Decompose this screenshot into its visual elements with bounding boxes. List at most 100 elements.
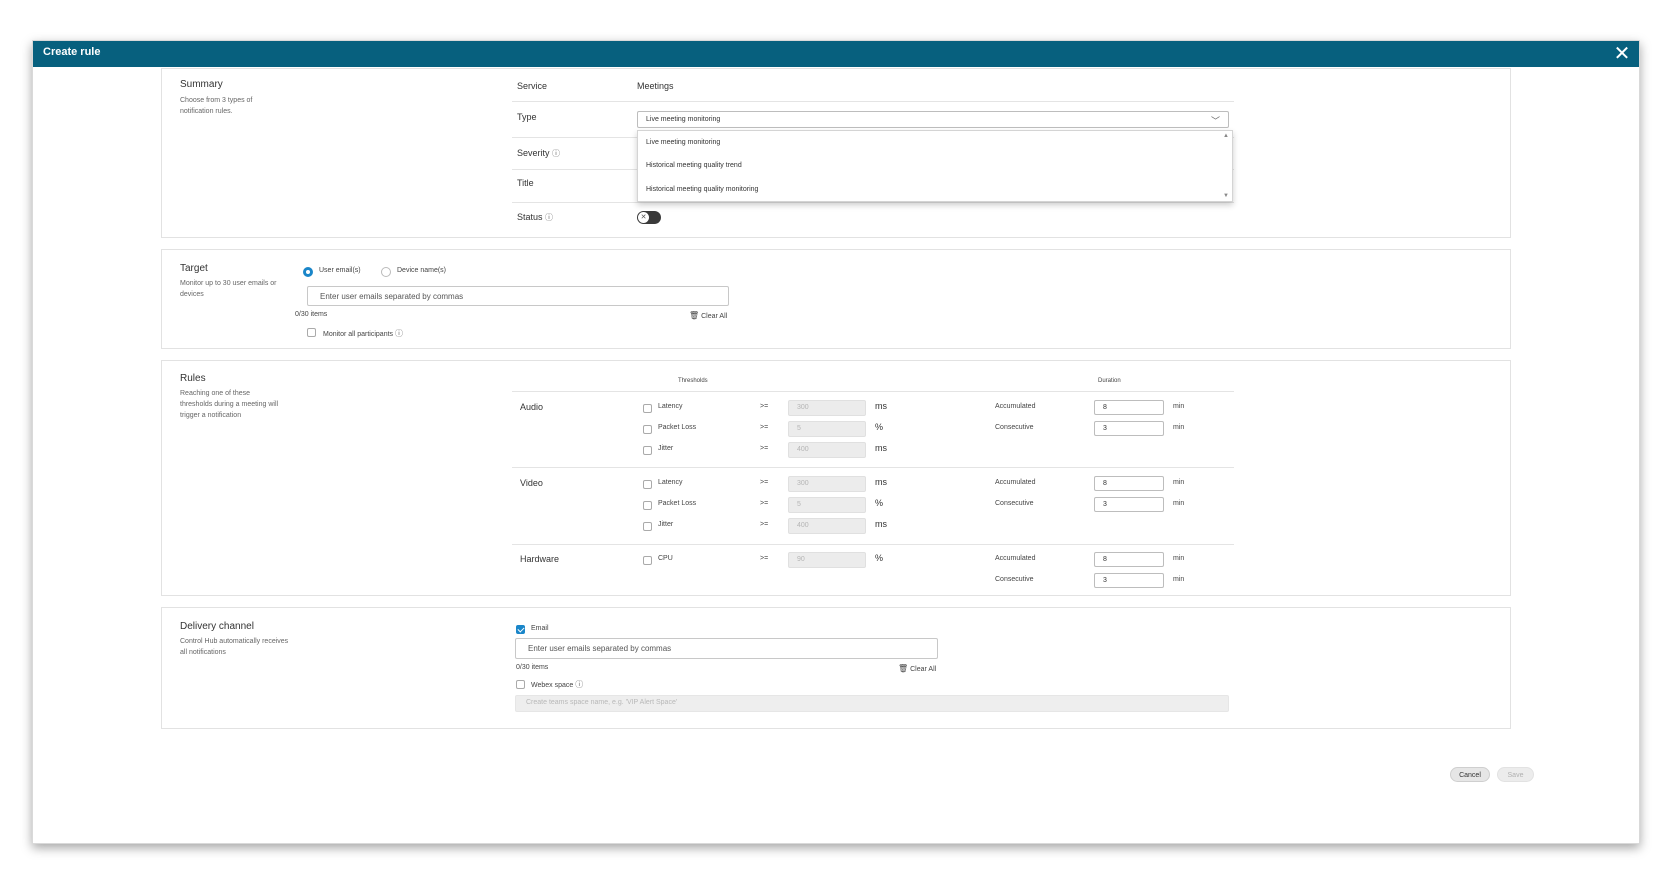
metric-checkbox[interactable] — [643, 446, 652, 455]
title-label: Title — [517, 178, 534, 188]
input-placeholder: Create teams space name, e.g. 'VIP Alert… — [526, 699, 678, 706]
min-unit: min — [1173, 424, 1185, 431]
metric-name: Jitter — [658, 521, 674, 528]
threshold-input[interactable]: 300 — [788, 476, 866, 492]
accumulated-input[interactable]: 8 — [1094, 476, 1164, 491]
delivery-description: Control Hub automatically receives all n… — [180, 638, 289, 656]
email-label: Email — [531, 625, 549, 632]
duration-header: Duration — [1098, 378, 1121, 384]
info-icon[interactable]: ⓘ — [575, 680, 583, 689]
dropdown-option[interactable]: Live meeting monitoring — [646, 139, 720, 146]
metric-name: Jitter — [658, 445, 674, 452]
accumulated-input[interactable]: 8 — [1094, 400, 1164, 415]
unit: ms — [875, 477, 887, 487]
operator: >= — [760, 555, 769, 562]
threshold-value: 5 — [797, 425, 801, 432]
user-emails-label: User email(s) — [319, 267, 361, 274]
scroll-down-icon[interactable]: ▼ — [1222, 193, 1230, 199]
webex-space-input[interactable]: Create teams space name, e.g. 'VIP Alert… — [515, 695, 1229, 712]
delivery-card: Delivery channel Control Hub automatical… — [161, 607, 1511, 729]
delivery-title: Delivery channel — [180, 621, 254, 632]
accumulated-value: 8 — [1103, 404, 1107, 411]
metric-name: Latency — [658, 479, 683, 486]
info-icon[interactable]: ⓘ — [552, 149, 560, 158]
threshold-value: 300 — [797, 480, 809, 487]
rule-group-name: Audio — [520, 402, 544, 412]
status-label: Status ⓘ — [517, 212, 553, 223]
metric-checkbox[interactable] — [643, 522, 652, 531]
metric-checkbox[interactable] — [643, 425, 652, 434]
modal-title: Create rule — [43, 46, 101, 58]
threshold-input[interactable]: 5 — [788, 421, 866, 437]
save-button[interactable]: Save — [1497, 767, 1534, 782]
metric-checkbox[interactable] — [643, 404, 652, 413]
min-unit: min — [1173, 500, 1185, 507]
accumulated-input[interactable]: 8 — [1094, 552, 1164, 567]
operator: >= — [760, 424, 769, 431]
input-placeholder: Enter user emails separated by commas — [528, 644, 672, 653]
operator: >= — [760, 403, 769, 410]
info-icon[interactable]: ⓘ — [545, 213, 553, 222]
unit: ms — [875, 519, 887, 529]
scroll-up-icon[interactable]: ▲ — [1222, 133, 1230, 139]
divider — [512, 101, 1234, 102]
target-emails-input[interactable]: Enter user emails separated by commas — [307, 286, 729, 306]
email-checkbox[interactable] — [516, 625, 525, 634]
type-dropdown-menu: Live meeting monitoring Historical meeti… — [637, 130, 1233, 202]
accumulated-value: 8 — [1103, 556, 1107, 563]
divider — [512, 391, 1234, 392]
webex-space-text: Webex space — [531, 682, 574, 689]
clear-all-label: Clear All — [701, 313, 728, 320]
clear-all-label: Clear All — [910, 666, 937, 673]
webex-space-label: Webex space ⓘ — [531, 679, 583, 690]
threshold-value: 5 — [797, 501, 801, 508]
threshold-value: 400 — [797, 522, 809, 529]
min-unit: min — [1173, 479, 1185, 486]
cancel-button[interactable]: Cancel — [1450, 767, 1490, 782]
device-names-label: Device name(s) — [397, 267, 447, 274]
accumulated-label: Accumulated — [995, 479, 1036, 486]
threshold-input[interactable]: 5 — [788, 497, 866, 513]
consecutive-label: Consecutive — [995, 500, 1034, 507]
metric-checkbox[interactable] — [643, 556, 652, 565]
operator: >= — [760, 445, 769, 452]
type-selected-value: Live meeting monitoring — [646, 116, 721, 123]
threshold-value: 400 — [797, 446, 809, 453]
dropdown-option[interactable]: Historical meeting quality monitoring — [646, 186, 758, 193]
metric-name: CPU — [658, 555, 673, 562]
threshold-input[interactable]: 400 — [788, 518, 866, 534]
monitor-all-checkbox[interactable] — [307, 328, 316, 337]
consecutive-input[interactable]: 3 — [1094, 497, 1164, 512]
unit: ms — [875, 443, 887, 453]
summary-title: Summary — [180, 79, 223, 90]
severity-label-text: Severity — [517, 148, 550, 158]
delivery-clear-all[interactable]: 🗑 Clear All — [898, 664, 936, 673]
divider — [512, 467, 1234, 468]
status-toggle[interactable]: ✕ — [637, 211, 661, 224]
thresholds-header: Thresholds — [678, 378, 708, 384]
target-clear-all[interactable]: 🗑 Clear All — [689, 311, 727, 320]
unit: % — [875, 422, 884, 432]
metric-checkbox[interactable] — [643, 501, 652, 510]
type-select[interactable]: Live meeting monitoring ﹀ — [637, 111, 1229, 128]
consecutive-input[interactable]: 3 — [1094, 573, 1164, 588]
info-icon[interactable]: ⓘ — [395, 329, 403, 338]
dropdown-option[interactable]: Historical meeting quality trend — [646, 162, 742, 169]
close-icon[interactable]: ✕ — [1611, 41, 1633, 67]
threshold-value: 90 — [797, 556, 805, 563]
service-label: Service — [517, 81, 548, 91]
summary-card: Summary Choose from 3 types of notificat… — [161, 68, 1511, 238]
operator: >= — [760, 521, 769, 528]
user-emails-radio[interactable] — [303, 267, 313, 277]
threshold-input[interactable]: 90 — [788, 552, 866, 568]
consecutive-input[interactable]: 3 — [1094, 421, 1164, 436]
webex-space-checkbox[interactable] — [516, 680, 525, 689]
threshold-input[interactable]: 300 — [788, 400, 866, 416]
toggle-off-icon: ✕ — [638, 212, 649, 223]
delivery-emails-input[interactable]: Enter user emails separated by commas — [515, 638, 938, 659]
threshold-input[interactable]: 400 — [788, 442, 866, 458]
accumulated-label: Accumulated — [995, 403, 1036, 410]
device-names-radio[interactable] — [381, 267, 391, 277]
type-label: Type — [517, 112, 537, 122]
metric-checkbox[interactable] — [643, 480, 652, 489]
